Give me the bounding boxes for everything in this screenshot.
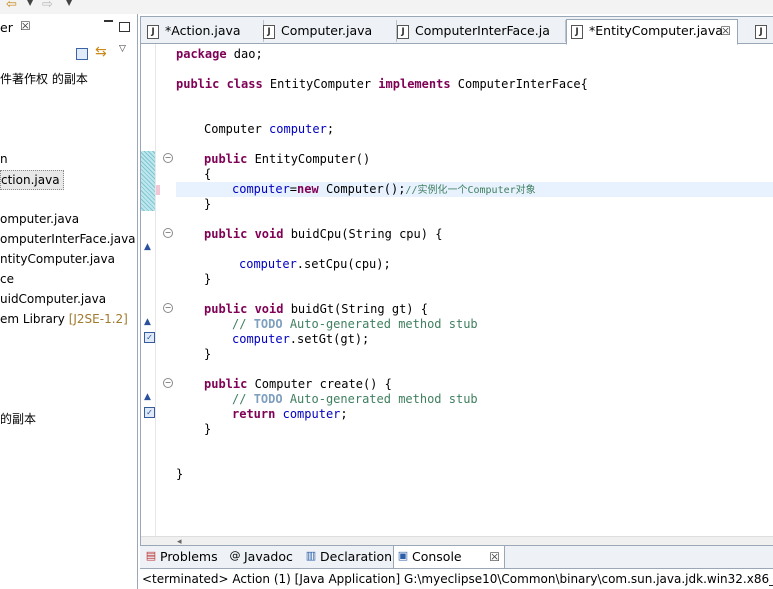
- code-line: }: [176, 467, 184, 481]
- tab-problems[interactable]: ▤ Problems: [142, 546, 226, 568]
- fold-toggle-icon[interactable]: −: [163, 228, 173, 238]
- minimize-icon[interactable]: [104, 20, 113, 22]
- main-toolbar: ⇦ ▼ ⇨ ▼: [0, 0, 773, 14]
- editor-gutter: ▲ ▲ ✓ ▲ ✓: [141, 44, 156, 544]
- tree-item[interactable]: ntityComputer.java: [0, 250, 115, 268]
- code-line: Computer computer;: [204, 122, 335, 136]
- fold-toggle-icon[interactable]: −: [163, 303, 173, 313]
- library-label: em Library: [0, 312, 65, 326]
- console-icon: ▣: [397, 549, 409, 562]
- maximize-icon[interactable]: [119, 22, 130, 32]
- tab-declaration[interactable]: ▥ Declaration: [302, 546, 406, 568]
- library-version: [J2SE-1.2]: [68, 312, 128, 326]
- override-marker-icon: ▲: [144, 317, 151, 327]
- tree-item[interactable]: omputerInterFace.java: [0, 230, 136, 248]
- forward-arrow-icon[interactable]: ⇨: [42, 0, 53, 12]
- tree-item-selected[interactable]: ction.java: [0, 170, 64, 190]
- tree-item[interactable]: uidComputer.java: [0, 290, 106, 308]
- java-file-icon: J: [755, 25, 767, 39]
- code-line: }: [204, 347, 212, 361]
- code-line: public Computer create() {: [204, 377, 392, 391]
- tab-label: ComputerInterFace.ja: [415, 23, 550, 38]
- java-file-icon: J: [571, 25, 583, 39]
- at-icon: @: [229, 549, 241, 562]
- tab-close-icon[interactable]: ☒: [489, 546, 500, 568]
- tab-label: Computer.java: [281, 23, 373, 38]
- tab-label: Javadoc: [244, 549, 293, 564]
- problems-icon: ▤: [145, 549, 157, 562]
- tab-computerinterface-java[interactable]: J ComputerInterFace.ja: [393, 20, 566, 42]
- code-line: // TODO Auto-generated method stub: [232, 317, 478, 331]
- quick-diff-marker: [156, 185, 160, 195]
- change-marker: [141, 151, 155, 211]
- code-line: public void buidGt(String gt) {: [204, 302, 428, 316]
- tree-item[interactable]: 件著作权 的副本: [0, 70, 88, 88]
- tree-item[interactable]: n: [0, 150, 8, 168]
- tab-javadoc[interactable]: @ Javadoc: [226, 546, 308, 568]
- declaration-icon: ▥: [305, 549, 317, 562]
- task-marker-icon[interactable]: ✓: [144, 332, 155, 343]
- bottom-panel-tabs: ▤ Problems @ Javadoc ▥ Declaration ▣ Con…: [140, 545, 773, 569]
- tab-label: *Action.java: [165, 23, 241, 38]
- code-line: public EntityComputer(): [204, 152, 371, 166]
- override-marker-icon: ▲: [144, 392, 151, 402]
- code-line: public class EntityComputer implements C…: [176, 77, 588, 91]
- code-line: }: [204, 272, 212, 286]
- tab-label: Console: [412, 549, 462, 564]
- console-output: <terminated> Action (1) [Java Applicatio…: [142, 572, 773, 586]
- code-line: public void buidCpu(String cpu) {: [204, 227, 443, 241]
- editor-tab-bar: J *Action.java J Computer.java J Compute…: [141, 17, 773, 45]
- code-text-area[interactable]: package dao; public class EntityComputer…: [176, 44, 773, 534]
- code-editor: J *Action.java J Computer.java J Compute…: [140, 16, 773, 551]
- view-menu-icon[interactable]: ▽: [119, 44, 126, 54]
- back-dropdown-icon[interactable]: ▼: [27, 0, 33, 7]
- code-line: computer.setCpu(cpu);: [239, 257, 391, 271]
- java-file-icon: J: [397, 25, 409, 39]
- link-with-editor-icon[interactable]: ⇆: [95, 44, 107, 60]
- override-marker-icon: ▲: [144, 242, 151, 252]
- code-line: // TODO Auto-generated method stub: [232, 392, 478, 406]
- java-file-icon: J: [147, 25, 159, 39]
- view-close-icon[interactable]: ☒: [20, 19, 31, 33]
- back-arrow-icon[interactable]: ⇦: [6, 0, 17, 12]
- package-explorer-title: er: [0, 20, 13, 35]
- fold-toggle-icon[interactable]: −: [163, 153, 173, 163]
- code-line: }: [204, 422, 212, 436]
- tab-close-icon[interactable]: ☒: [720, 20, 731, 42]
- collapse-all-icon[interactable]: [76, 48, 88, 60]
- fold-toggle-icon[interactable]: −: [163, 378, 173, 388]
- tab-overflow[interactable]: J: [751, 20, 773, 42]
- code-line-current: computer=new Computer();//实例化一个Computer对…: [232, 182, 536, 196]
- forward-dropdown-icon[interactable]: ▼: [66, 0, 72, 7]
- package-explorer: er ☒ ⇆ ▽ 件著作权 的副本 n ction.java omputer.j…: [0, 14, 138, 589]
- tab-computer-java[interactable]: J Computer.java: [259, 20, 397, 42]
- code-line: package dao;: [176, 47, 263, 61]
- tree-item[interactable]: ce: [0, 270, 14, 288]
- tab-label: Problems: [160, 549, 218, 564]
- task-marker-icon[interactable]: ✓: [144, 407, 155, 418]
- code-line: computer.setGt(gt);: [232, 332, 370, 346]
- tab-entitycomputer-java[interactable]: J *EntityComputer.java ☒: [566, 19, 738, 45]
- code-line: {: [204, 167, 212, 181]
- java-file-icon: J: [263, 25, 275, 39]
- tab-console[interactable]: ▣ Console ☒: [393, 546, 505, 568]
- code-line: }: [204, 197, 212, 211]
- package-explorer-header: er ☒: [0, 14, 137, 42]
- code-line: return computer;: [232, 407, 348, 421]
- tab-label: *EntityComputer.java: [589, 23, 723, 38]
- tab-action-java[interactable]: J *Action.java: [143, 20, 264, 42]
- tree-item-library[interactable]: em Library [J2SE-1.2]: [0, 310, 128, 328]
- tab-label: Declaration: [320, 549, 393, 564]
- tree-item[interactable]: omputer.java: [0, 210, 79, 228]
- tree-item[interactable]: 的副本: [0, 410, 36, 428]
